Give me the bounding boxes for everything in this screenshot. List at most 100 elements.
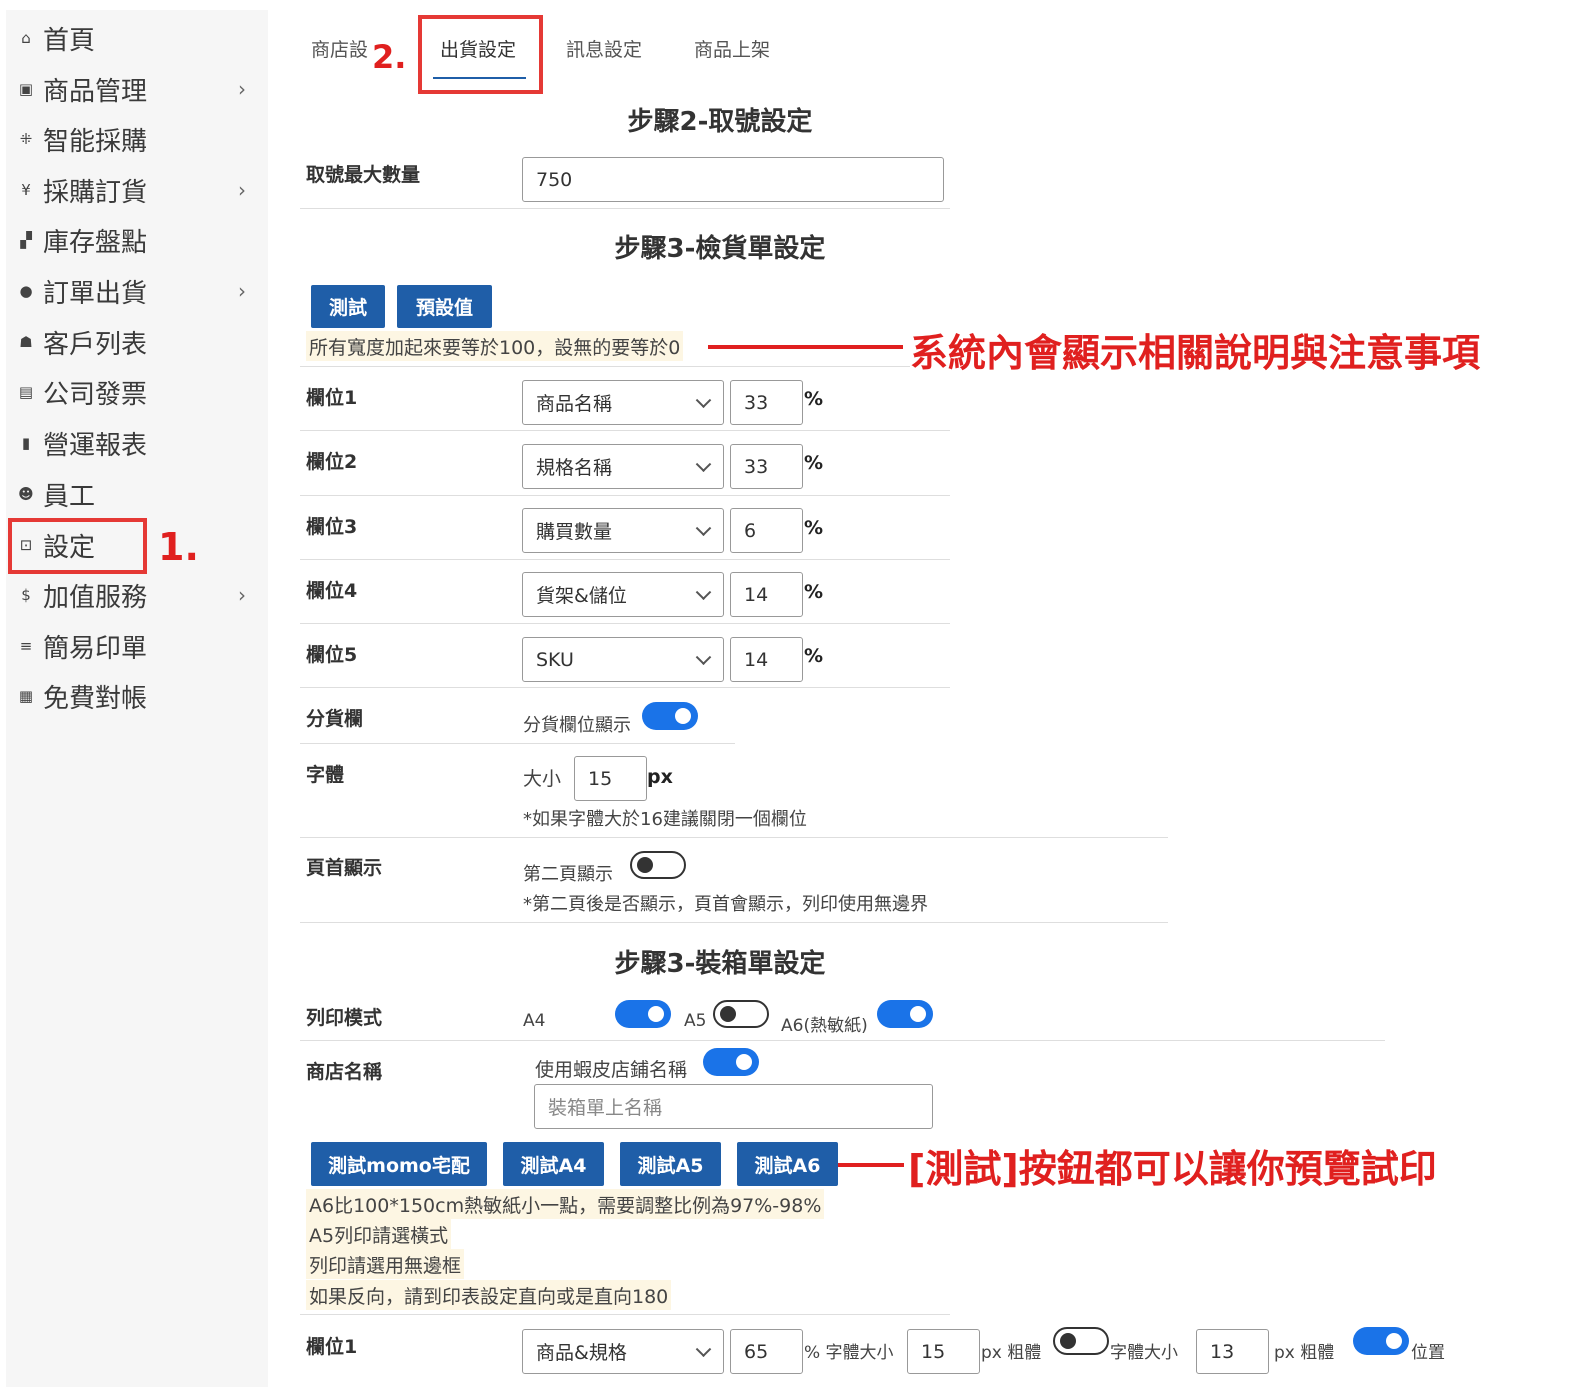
sidebar-item-label: 加值服務 — [43, 582, 148, 613]
default-button[interactable]: 預設值 — [397, 285, 492, 328]
tab-shop-settings[interactable]: 商店設 — [311, 35, 368, 62]
toggle-knob — [1386, 1333, 1402, 1349]
field3-width-input[interactable]: 6 — [730, 508, 803, 553]
sidebar-item-home[interactable]: ⌂ 首頁 — [6, 14, 268, 62]
home-icon: ⌂ — [21, 29, 31, 47]
test-momo-button[interactable]: 測試momo宅配 — [311, 1142, 487, 1186]
mode-a6-toggle[interactable] — [877, 1000, 933, 1028]
divider — [300, 559, 950, 560]
sidebar-item-label: 免費對帳 — [43, 683, 148, 714]
sidebar-item-label: 智能採購 — [43, 126, 148, 157]
chevron-down-icon — [695, 391, 712, 408]
divider — [300, 366, 910, 367]
test-button[interactable]: 測試 — [311, 285, 385, 328]
active-tab-indicator — [433, 77, 526, 79]
field3-select[interactable]: 購買數量 — [522, 508, 724, 553]
field1-select[interactable]: 商品名稱 — [522, 380, 724, 425]
percent-label: % — [804, 517, 824, 539]
percent-label: % — [804, 581, 824, 603]
mode-a5-toggle[interactable] — [713, 1000, 769, 1028]
box-field1-font2-input[interactable]: 13 — [1196, 1329, 1269, 1374]
sidebar-item-label: 營運報表 — [43, 430, 148, 461]
chevron-down-icon — [695, 583, 712, 600]
divider — [300, 922, 1168, 923]
divider — [300, 1314, 950, 1315]
pick-width-note: 所有寬度加起來要等於100，設無的要等於0 — [306, 331, 684, 361]
field1-width-input[interactable]: 33 — [730, 380, 803, 425]
chevron-right-icon: › — [238, 77, 246, 101]
annotation-line-test — [838, 1163, 904, 1167]
test-a6-button[interactable]: 測試A6 — [737, 1142, 838, 1186]
sidebar-item-orders[interactable]: ● 訂單出貨 › — [6, 267, 268, 315]
field4-label: 欄位4 — [306, 580, 358, 602]
sidebar-item-inventory[interactable]: ▞ 庫存盤點 — [6, 216, 268, 264]
tab-product-listing[interactable]: 商品上架 — [694, 35, 770, 62]
percent-label: % — [804, 452, 824, 474]
field3-label: 欄位3 — [306, 516, 358, 538]
bag-icon: ● — [19, 282, 33, 300]
field4-width-input[interactable]: 14 — [730, 572, 803, 617]
box-note: A6比100*150cm熱敏紙小一點，需要調整比例為97%-98% — [306, 1189, 825, 1219]
toggle-knob — [720, 1006, 736, 1022]
font-hint: *如果字體大於16建議關閉一個欄位 — [523, 809, 807, 830]
bold2-toggle[interactable] — [1353, 1327, 1409, 1355]
sidebar-item-purchase-order[interactable]: ¥ 採購訂貨 › — [6, 166, 268, 214]
header-display-toggle[interactable] — [630, 851, 686, 879]
sidebar-item-invoices[interactable]: ▤ 公司發票 — [6, 368, 268, 416]
field5-width-input[interactable]: 14 — [730, 637, 803, 682]
tab-shipping-settings[interactable]: 出貨設定 — [440, 35, 516, 62]
sidebar-item-reconcile[interactable]: ▦ 免費對帳 — [6, 672, 268, 720]
field5-select[interactable]: SKU — [522, 637, 724, 682]
users-icon: ☗ — [19, 333, 33, 351]
sidebar-item-smart-purchase[interactable]: ⁜ 智能採購 — [6, 115, 268, 163]
percent-label: % — [804, 388, 824, 410]
box-field1-font-input[interactable]: 15 — [907, 1329, 980, 1374]
toggle-knob — [675, 708, 691, 724]
split-column-toggle[interactable] — [642, 702, 698, 730]
dollar-icon: $ — [21, 586, 31, 604]
field2-width-input[interactable]: 33 — [730, 444, 803, 489]
sidebar-item-products[interactable]: ▣ 商品管理 › — [6, 65, 268, 113]
toggle-knob — [910, 1006, 926, 1022]
divider — [300, 623, 950, 624]
tab-message-settings[interactable]: 訊息設定 — [566, 35, 642, 62]
header-hint: *第二頁後是否顯示，頁首會顯示，列印使用無邊界 — [523, 894, 928, 915]
font-size-input[interactable]: 15 — [574, 756, 647, 801]
mode-a6-label: A6(熱敏紙) — [781, 1016, 868, 1036]
sidebar: ⌂ 首頁 ▣ 商品管理 › ⁜ 智能採購 ¥ 採購訂貨 › ▞ 庫存盤點 ● 訂… — [6, 10, 268, 1387]
chevron-down-icon — [695, 1340, 712, 1357]
box-field1-width-input[interactable]: 65 — [730, 1329, 803, 1374]
field1-label: 欄位1 — [306, 387, 358, 409]
chevron-down-icon — [695, 455, 712, 472]
split-column-label: 分貨欄 — [306, 708, 364, 730]
field2-select[interactable]: 規格名稱 — [522, 444, 724, 489]
bar-chart-icon: ▮ — [21, 434, 31, 452]
sidebar-item-value-added[interactable]: $ 加值服務 › — [6, 571, 268, 619]
field4-select[interactable]: 貨架&儲位 — [522, 572, 724, 617]
max-number-input[interactable]: 750 — [522, 157, 944, 202]
font-size2-label: 字體大小 — [1110, 1343, 1178, 1363]
sidebar-item-easy-print[interactable]: ≡ 簡易印單 — [6, 622, 268, 670]
header-display-label: 頁首顯示 — [306, 857, 383, 879]
box-field1-select-value: 商品&規格 — [536, 1342, 627, 1364]
store-name-input[interactable]: 裝箱單上名稱 — [534, 1084, 933, 1129]
box-field1-select[interactable]: 商品&規格 — [522, 1329, 724, 1374]
sidebar-item-label: 商品管理 — [43, 76, 148, 107]
split-toggle-label: 分貨欄位顯示 — [523, 715, 631, 736]
test-a4-button[interactable]: 測試A4 — [503, 1142, 604, 1186]
sidebar-item-label: 首頁 — [43, 25, 96, 56]
test-a5-button[interactable]: 測試A5 — [620, 1142, 721, 1186]
divider — [300, 837, 1168, 838]
font-label: 字體 — [306, 764, 345, 786]
bold1-toggle[interactable] — [1053, 1327, 1109, 1355]
step3-pick-title: 步驟3-檢貨單設定 — [614, 234, 826, 264]
chevron-right-icon: › — [238, 178, 246, 202]
store-name-toggle[interactable] — [703, 1048, 759, 1076]
mode-a4-toggle[interactable] — [615, 1000, 671, 1028]
field2-label: 欄位2 — [306, 451, 358, 473]
divider — [300, 1040, 1385, 1041]
sidebar-item-reports[interactable]: ▮ 營運報表 — [6, 419, 268, 467]
px-bold2-label: px 粗體 — [1274, 1343, 1335, 1363]
sidebar-item-staff[interactable]: ☻ 員工 — [6, 470, 268, 518]
sidebar-item-customers[interactable]: ☗ 客戶列表 — [6, 318, 268, 366]
